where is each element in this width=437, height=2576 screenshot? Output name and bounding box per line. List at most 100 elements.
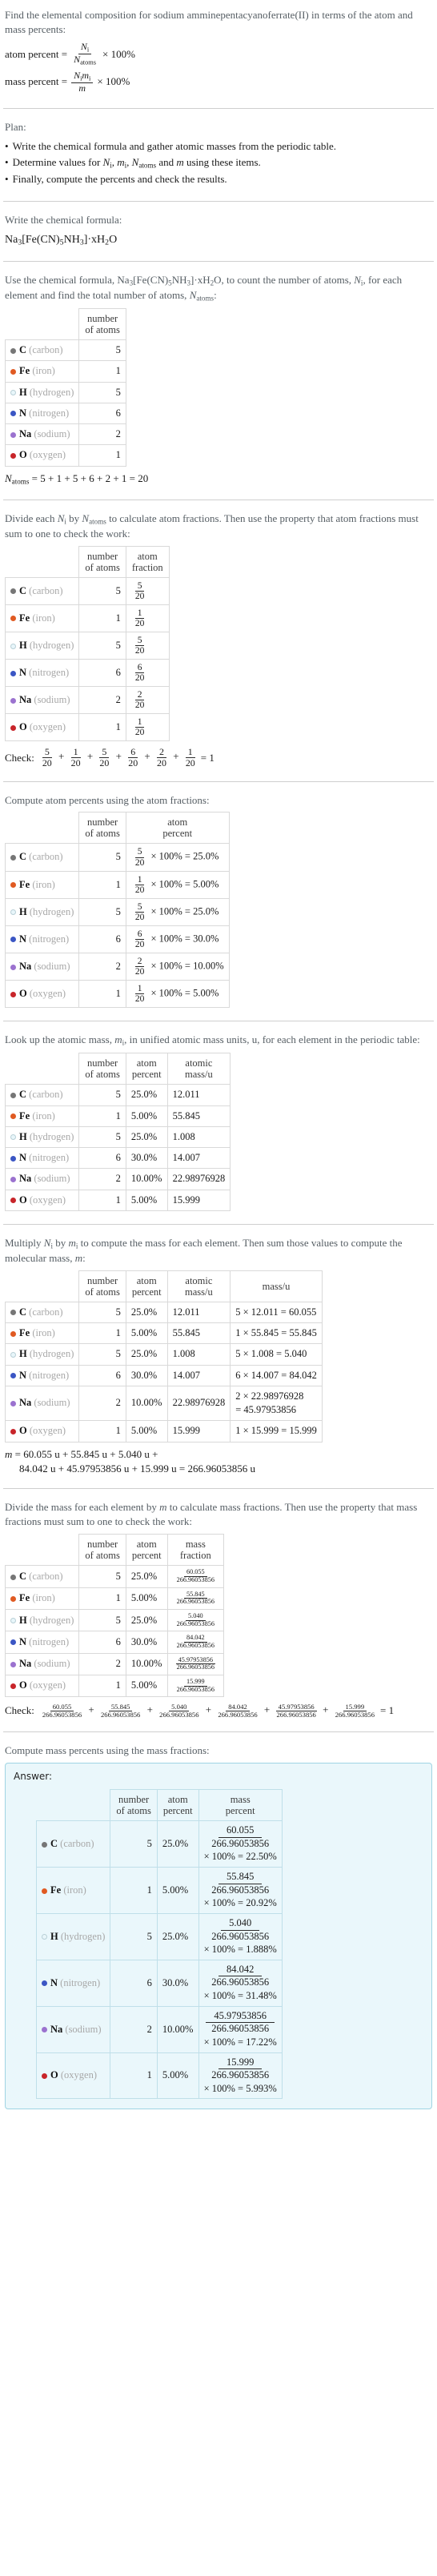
element-label: Fe (iron) — [4, 1322, 80, 1345]
element-color-dot — [10, 1176, 16, 1182]
element-name: (hydrogen) — [26, 639, 74, 651]
fraction: 6 20 — [134, 663, 145, 684]
plan-title: Plan: — [5, 120, 26, 133]
atom-fraction: 1 20 — [125, 604, 170, 632]
element-label: Fe (iron) — [4, 1587, 80, 1610]
nimi-n: N — [74, 70, 81, 82]
element-color-dot — [10, 431, 16, 438]
element-label: Fe (iron) — [4, 360, 80, 383]
fraction: 45.97953856 266.96053856 — [275, 1702, 317, 1719]
atom-count: 1 — [78, 1420, 126, 1442]
mass-percent-value: 45.97953856 266.96053856 × 100% = 17.22% — [198, 2005, 283, 2053]
element-color-dot — [10, 1618, 16, 1624]
atoms-table: number of atoms C (carbon) 5 Fe (iron) 1 H (h… — [4, 308, 126, 467]
fraction: 55.845 266.96053856 — [176, 1590, 215, 1606]
atom-percent-value: 10.00% — [125, 1385, 168, 1422]
header-mass-u: mass/u — [230, 1270, 323, 1302]
table-row: Fe (iron) 1 1 20 × 100% = 5.00% — [4, 870, 230, 899]
header-atom-percent: atom percent — [156, 1789, 199, 1822]
atom-percent-value: 25.0% — [125, 1565, 168, 1588]
element-label: H (hydrogen) — [4, 1608, 80, 1632]
table-row: Na (sodium) 2 10.00% 22.98976928 — [4, 1168, 231, 1190]
fraction: 5.040 266.96053856 — [176, 1611, 215, 1627]
fraction: 2 20 — [134, 956, 145, 977]
element-symbol: Na — [50, 2023, 63, 2035]
atom-count: 2 — [78, 952, 126, 981]
divider — [3, 780, 434, 782]
element-label: Na (sodium) — [4, 952, 80, 981]
fraction: 1 20 — [185, 746, 195, 768]
mass-percent-times: × 100% — [97, 75, 130, 88]
table-row: Na (sodium) 2 10.00% 22.98976928 2 × 22.9897… — [4, 1385, 323, 1422]
element-name: (sodium) — [31, 428, 70, 440]
atom-count: 5 — [78, 1084, 126, 1106]
element-color-dot — [42, 1980, 47, 1987]
atom-fraction: 5 20 — [125, 631, 170, 660]
check-label: Check: — [5, 751, 34, 764]
element-label: Fe (iron) — [4, 1105, 80, 1127]
element-color-dot — [10, 1373, 16, 1379]
atom-count: 5 — [78, 843, 126, 872]
atom-count: 6 — [78, 1631, 126, 1654]
element-name: (carbon) — [26, 1089, 63, 1101]
element-symbol: C — [19, 1306, 27, 1318]
element-symbol: O — [19, 988, 27, 1000]
element-name: (hydrogen) — [26, 1348, 74, 1360]
element-label: H (hydrogen) — [4, 631, 80, 660]
table-row: C (carbon) 5 25.0% 60.055 266.96053856 × 100%… — [35, 1820, 283, 1868]
fraction: 1 20 — [70, 746, 81, 768]
element-symbol: Fe — [19, 612, 30, 624]
atom-count: 5 — [78, 1565, 126, 1588]
header-blank — [4, 1534, 80, 1567]
element-name: (nitrogen) — [26, 1369, 70, 1381]
atom-count: 5 — [78, 576, 126, 605]
element-color-dot — [10, 1428, 16, 1434]
mass-fraction-value: 5.040 266.96053856 — [166, 1608, 225, 1632]
element-symbol: N — [19, 667, 27, 679]
header-blank — [4, 1270, 80, 1302]
table-row: H (hydrogen) 5 25.0% 1.008 5 × 1.008 = 5.040 — [4, 1343, 323, 1366]
element-name: (carbon) — [26, 1306, 63, 1318]
element-color-dot — [10, 1401, 16, 1407]
element-symbol: H — [50, 1930, 58, 1942]
fraction: 84.042 266.96053856 — [218, 1702, 258, 1719]
atom-percent-table: number of atoms atom percent C (carbon) 5 5 2… — [4, 812, 230, 1009]
element-label: O (oxygen) — [4, 1189, 80, 1211]
element-color-dot — [10, 1092, 16, 1098]
plan-section: Plan: Write the chemical formula and gat… — [3, 117, 434, 193]
element-symbol: N — [19, 407, 27, 419]
atom-percent-value: 5.00% — [156, 1867, 199, 1914]
atomic-mass-value: 22.98976928 — [166, 1168, 231, 1190]
mass-u-value: 5 × 1.008 = 5.040 — [230, 1343, 323, 1366]
element-symbol: Na — [19, 428, 32, 440]
atom-count: 1 — [110, 1867, 158, 1914]
atom-percent-value: 5.00% — [125, 1189, 168, 1211]
atom-percent-value: × 100% = 5.00% — [148, 987, 219, 999]
table-row: O (oxygen) 1 5.00% 15.999 266.96053856 × 100%… — [35, 2052, 283, 2100]
element-symbol: O — [19, 721, 27, 733]
table-row: H (hydrogen) 5 25.0% 1.008 — [4, 1125, 231, 1149]
atomic-mass-value: 1.008 — [166, 1125, 231, 1149]
fraction: 5.040 266.96053856 — [159, 1702, 199, 1719]
header-atomic-mass: atomic mass/u — [166, 1270, 231, 1302]
element-name: (oxygen) — [26, 1679, 66, 1691]
element-label: Na (sodium) — [4, 1168, 80, 1190]
element-name: (hydrogen) — [26, 386, 74, 398]
mass-percent-value: 55.845 266.96053856 × 100% = 20.92% — [198, 1867, 283, 1914]
element-name: (iron) — [30, 1109, 55, 1121]
atom-percent-value: 5.00% — [125, 1587, 168, 1610]
element-symbol: C — [50, 1838, 58, 1850]
element-symbol: H — [19, 905, 27, 917]
atom-percent-value: 25.0% — [156, 1820, 199, 1868]
element-color-dot — [10, 347, 16, 354]
element-label: N (nitrogen) — [4, 1147, 80, 1170]
element-symbol: Na — [19, 960, 32, 972]
atom-count: 1 — [78, 870, 126, 899]
natoms-subscript: atoms — [11, 477, 30, 486]
fraction: 55.845 266.96053856 — [101, 1702, 141, 1719]
header-blank — [4, 308, 80, 341]
atom-percent-value: × 100% = 10.00% — [148, 960, 224, 972]
header-number-of-atoms: number of atoms — [78, 308, 126, 341]
element-symbol: H — [19, 386, 27, 398]
table-row: Fe (iron) 1 1 20 — [4, 604, 170, 632]
